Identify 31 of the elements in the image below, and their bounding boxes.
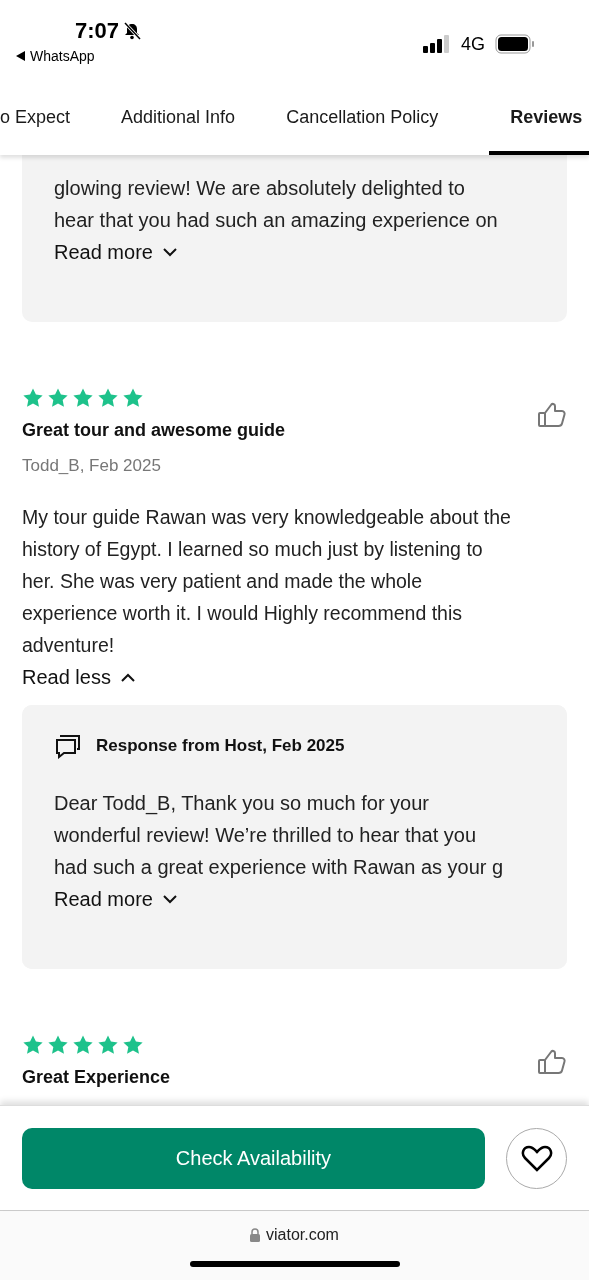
response-text: glowing review! We are absolutely delighted to hear that you had such an amazing experience on [54,176,499,233]
check-availability-button[interactable]: Check Availability [22,1127,485,1189]
battery-icon [495,34,535,54]
back-app-link[interactable]: WhatsApp [30,48,95,64]
url-text[interactable]: viator.com [266,1226,339,1244]
response-header: Response from Host, Feb 2025 [96,736,345,756]
read-less-link[interactable]: Read less [22,661,135,693]
back-triangle-icon[interactable] [16,51,25,61]
signal-icon [423,35,451,53]
review-title: Great Experience [22,1066,171,1089]
heart-icon [520,1144,553,1172]
response-text: Dear Todd_B, Thank you so much for your wonderful review! We’re thrilled to hear that you had such a great experience with Rawan as your g [54,791,505,880]
read-more-link[interactable]: Read more [54,883,177,915]
chevron-up-icon [120,672,135,682]
review-title: Great tour and awesome guide [22,419,286,442]
lock-icon [250,1228,261,1242]
section-tab[interactable]: Additional Info [121,80,236,155]
section-tab[interactable]: Cancellation Policy [286,80,439,155]
network-label: 4G [461,33,485,55]
thumbs-up-icon[interactable] [537,400,567,429]
chat-bubbles-icon [54,733,82,759]
thumbs-up-icon[interactable] [537,1047,567,1076]
review-text: My tour guide Rawan was very knowledgeable about the history of Egypt. I learned so much just by listening to her. She was very patient and made the whole experience worth it. I would Highly recommend this adventure! [22,505,512,658]
section-tab[interactable]: o Expect [0,80,71,155]
clock-time: 7:07 [75,18,120,44]
chevron-down-icon [162,247,177,257]
section-tab[interactable]: Reviews [489,80,589,155]
chevron-down-icon [162,894,177,904]
review-author: Todd_B, Feb 2025 [22,455,162,477]
read-more-link[interactable]: Read more [54,236,177,268]
bell-slash-icon [123,22,142,40]
